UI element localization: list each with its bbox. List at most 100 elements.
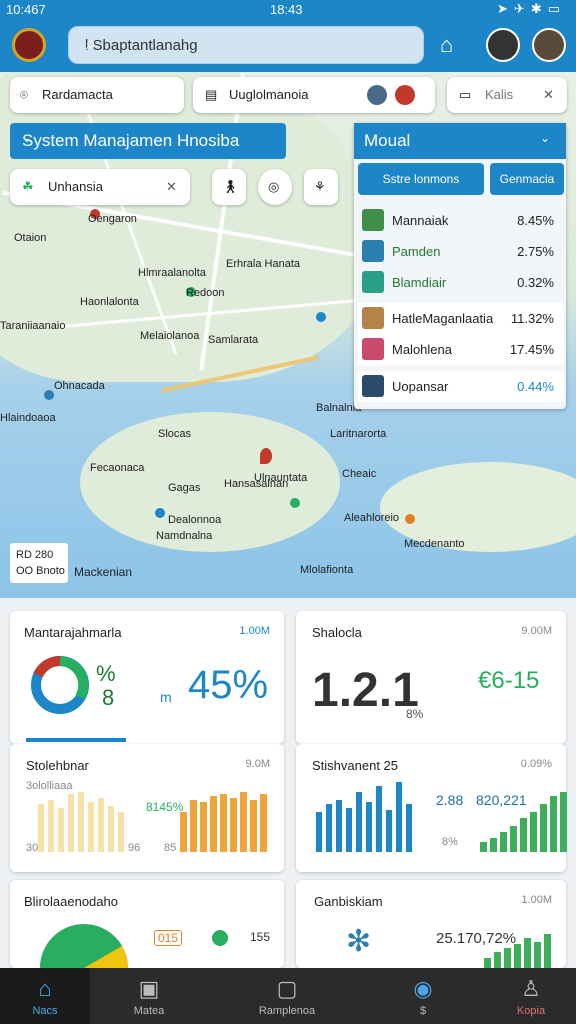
bar — [230, 798, 237, 852]
nav-item-box[interactable]: ▣ Matea — [104, 968, 194, 1024]
bar — [68, 794, 74, 852]
panel-button-secondary[interactable]: Genmacia — [490, 163, 564, 195]
locate-button[interactable]: ◎ — [258, 169, 292, 205]
card-title: Stolehbnar — [26, 758, 89, 773]
map-label: Haonlalonta — [80, 296, 139, 308]
card-big-value: 25.170,72% — [436, 930, 517, 947]
bar — [484, 958, 491, 968]
card-left-label: 3ololliaaa — [26, 780, 73, 792]
map-label: Cheaic — [342, 468, 377, 480]
location-chip[interactable]: ⌾ Rardamacta — [10, 77, 184, 113]
panel-title: Moual — [364, 131, 411, 150]
map-label: Redoon — [186, 287, 225, 299]
card-title: Mantarajahmarla — [24, 625, 122, 640]
card-sub: 8% — [406, 707, 424, 721]
chevron-down-icon[interactable]: ⌄ — [22, 131, 274, 145]
status-bar: 10:467 18:43 ➤✈✱▭ — [0, 0, 576, 20]
map-pin[interactable] — [155, 508, 165, 518]
map-label: Fecaonaca — [90, 462, 145, 474]
nav-item-folder[interactable]: ▢ Ramplenoa — [242, 968, 332, 1024]
bar — [376, 786, 382, 852]
bar — [200, 802, 207, 852]
home-icon: ⌂ — [38, 976, 52, 1001]
tools-chip[interactable]: ▭ Kalis ✕ — [447, 77, 567, 113]
chevron-down-icon[interactable]: ⌄ — [540, 131, 550, 145]
avatar-male[interactable] — [532, 28, 566, 62]
card-value: 1.00M — [239, 625, 270, 637]
panel-row[interactable]: Uopansar 0.44% — [358, 371, 564, 402]
search-icon[interactable]: ⌕ — [85, 33, 413, 56]
filter-chip-label: Unhansia — [48, 179, 103, 194]
panel-row[interactable]: Malohlena 17.45% — [358, 334, 564, 365]
nav-item-profile[interactable]: ♙ Kopia — [486, 968, 576, 1024]
card-r1: 2.88 — [436, 792, 464, 808]
map-label: Taraniiaanaio — [0, 320, 66, 332]
stat-card[interactable]: Mantarajahmarla 1.00M % 8 m 45% — [10, 611, 284, 744]
panel-button-primary[interactable]: Sstre lonmons — [358, 163, 484, 195]
layers-button[interactable]: ⚘ — [304, 169, 338, 205]
bar — [180, 812, 187, 852]
panel-row[interactable]: Pamden 2.75% — [358, 236, 564, 267]
document-chip[interactable]: ▤ Uuglolmanoia — [193, 77, 435, 113]
walk-button[interactable]: 🚶︎ — [212, 169, 246, 205]
search-input[interactable]: l Sbaptantlanahg ⌕ — [68, 26, 424, 64]
nav-item-home[interactable]: ⌂ Nacs — [0, 968, 90, 1024]
card-big-value: 45% — [188, 663, 269, 707]
panel-header[interactable]: Moual ⌄ — [354, 123, 566, 159]
bar — [240, 792, 247, 852]
card-r2: 820,221 — [476, 792, 527, 808]
map-label: Hlaindoaoa — [0, 412, 56, 424]
map-pin[interactable] — [405, 514, 415, 524]
card-v1: 015 — [154, 930, 183, 946]
system-title-bar[interactable]: System Manajamen Hnosiba ⌄ — [10, 123, 286, 159]
chart-card[interactable]: Stishvanent 25 0.09% 2.88 820,221 8% — [296, 744, 567, 872]
map-label: Gagas — [168, 482, 201, 494]
document-chip-label: Uuglolmanoia — [229, 87, 309, 102]
bar — [490, 838, 497, 852]
panel-row[interactable]: HatleMaganlaatia 11.32% — [358, 303, 564, 334]
bar — [534, 942, 541, 968]
chart-card[interactable]: Blirolaaenodaho 015 155 — [10, 880, 284, 968]
card-title: Ganbiskiam — [314, 894, 383, 909]
map-pin[interactable] — [316, 312, 326, 322]
card-title: Stishvanent 25 — [312, 758, 399, 773]
card-r3: 8% — [442, 836, 458, 848]
map-pin-selected[interactable] — [260, 448, 272, 464]
avatar-female[interactable] — [486, 28, 520, 62]
map-label: Melaiolanoa — [140, 330, 200, 342]
close-icon[interactable]: ✕ — [543, 87, 554, 103]
card-big-value: 1.2.1 — [312, 664, 419, 717]
bar — [480, 842, 487, 852]
bar — [544, 934, 551, 968]
panel-row[interactable]: Blamdiair 0.32% — [358, 267, 564, 298]
bar — [98, 798, 104, 852]
bar — [494, 952, 501, 968]
map-label: Slocas — [158, 428, 192, 440]
bar — [500, 832, 507, 852]
bar — [336, 800, 342, 852]
card-pct-symbol: % — [96, 661, 116, 686]
map-label: Mecdenanto — [404, 538, 465, 550]
folder-icon: ▢ — [276, 976, 298, 1001]
status-time: 18:43 — [270, 2, 303, 17]
card-value: 0.09% — [520, 758, 552, 770]
bar — [38, 804, 44, 852]
home-icon[interactable]: ⌂ — [440, 32, 453, 58]
filter-chip[interactable]: ☘ Unhansia ✕ — [10, 169, 190, 205]
bar — [386, 810, 392, 852]
map-pin[interactable] — [44, 390, 54, 400]
chart-card[interactable]: Ganbiskiam 1.00M ✻ 25.170,72% — [296, 880, 566, 968]
stat-card[interactable]: Shalocla 9.00M 1.2.1 8% €6-15 — [296, 611, 566, 744]
bar — [58, 808, 64, 852]
thumb-icon — [362, 209, 384, 231]
panel-row[interactable]: Mannaiak 8.45% — [358, 205, 564, 236]
nav-item-compass[interactable]: ◉ $ — [378, 968, 468, 1024]
tools-chip-label: Kalis — [485, 87, 514, 102]
close-icon[interactable]: ✕ — [166, 179, 177, 195]
map-label: Hlmraalanolta — [138, 267, 206, 279]
bar — [356, 792, 362, 852]
avatar — [362, 375, 384, 397]
map-pin[interactable] — [290, 498, 300, 508]
chart-card[interactable]: Stolehbnar 9.0M 3ololliaaa 8145% 30 96 8… — [10, 744, 284, 872]
app-logo — [12, 28, 46, 62]
